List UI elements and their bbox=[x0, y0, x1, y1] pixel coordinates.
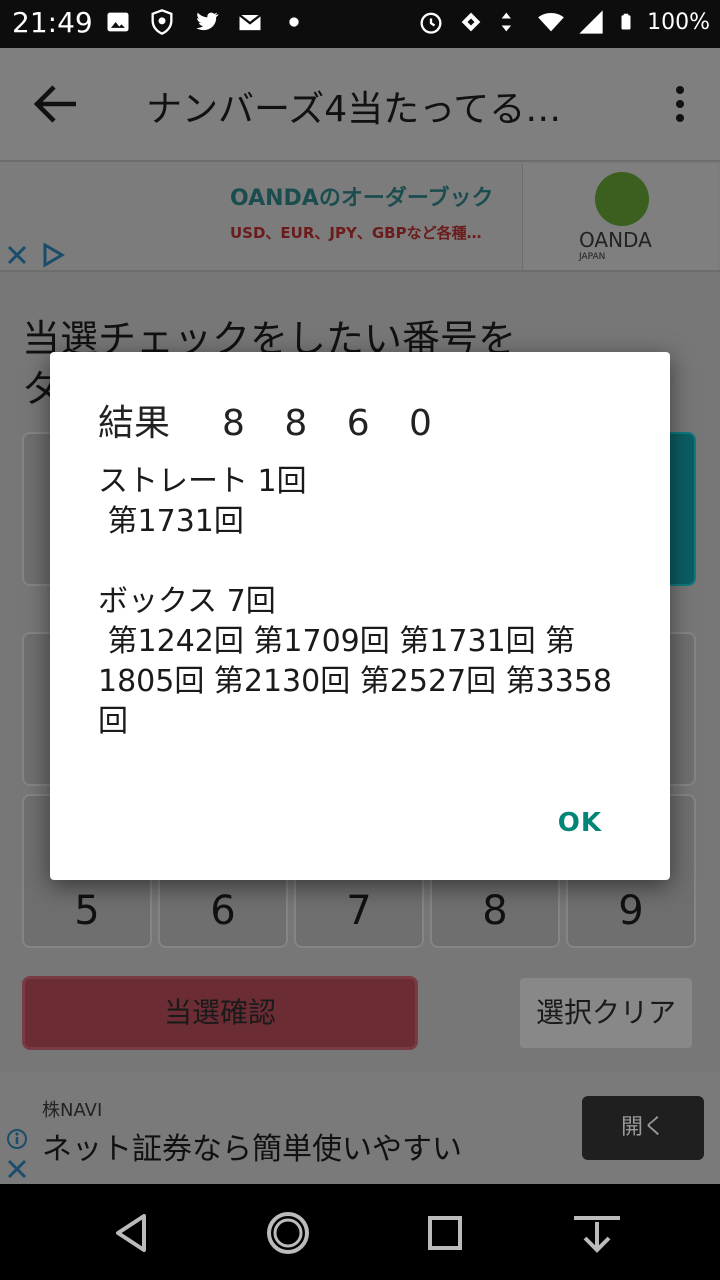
notification-icons bbox=[104, 8, 308, 36]
ad-logo-sub: JAPAN bbox=[579, 252, 606, 262]
dialog-message: ストレート 1回 第1731回 ボックス 7回 第1242回 第1709回 第1… bbox=[98, 462, 628, 742]
ad-choices-icon[interactable] bbox=[40, 242, 66, 268]
status-bar: 21:49 100% bbox=[0, 0, 720, 48]
status-time: 21:49 bbox=[12, 6, 93, 39]
ad-open-button[interactable]: 開く bbox=[582, 1096, 704, 1160]
home-icon[interactable] bbox=[265, 1210, 311, 1256]
check-winning-button[interactable]: 当選確認 bbox=[22, 976, 418, 1050]
ad-brand: 株NAVI bbox=[42, 1100, 103, 1121]
ad-subtitle[interactable]: USD、EUR、JPY、GBPなど各種… bbox=[230, 222, 482, 243]
top-banner-ad[interactable]: OANDAのオーダーブック USD、EUR、JPY、GBPなど各種… OANDA… bbox=[0, 160, 720, 272]
sync-icon bbox=[461, 12, 481, 32]
wifi-icon bbox=[538, 12, 564, 32]
box-draws-line3: 回 bbox=[98, 704, 128, 739]
result-number: 8 8 6 0 bbox=[222, 403, 446, 444]
ad-close-icon[interactable] bbox=[6, 1158, 28, 1180]
app-bar: ナンバーズ4当たってる… bbox=[0, 48, 720, 160]
result-label: 結果 bbox=[98, 403, 171, 444]
straight-draws: 第1731回 bbox=[98, 504, 244, 539]
data-icon bbox=[501, 12, 512, 32]
overflow-menu-icon[interactable] bbox=[670, 84, 690, 124]
image-icon bbox=[107, 12, 129, 32]
shield-icon bbox=[151, 9, 173, 35]
system-icons: 100% bbox=[417, 8, 710, 36]
straight-label: ストレート 1回 bbox=[98, 464, 307, 499]
box-draws-line1: 第1242回 第1709回 第1731回 第 bbox=[98, 624, 576, 659]
back-arrow-icon[interactable] bbox=[30, 82, 80, 126]
ad-title[interactable]: OANDAのオーダーブック bbox=[230, 180, 494, 212]
system-nav-bar bbox=[0, 1184, 720, 1280]
result-dialog: 結果 8 8 6 0 ストレート 1回 第1731回 ボックス 7回 第1242回… bbox=[50, 352, 670, 880]
ad-logo[interactable]: OANDA JAPAN bbox=[522, 164, 718, 270]
bottom-banner-ad[interactable]: 株NAVI ネット証券なら簡単使いやすい 開く bbox=[0, 1072, 720, 1184]
ad-text[interactable]: ネット証券なら簡単使いやすい bbox=[42, 1124, 462, 1168]
box-draws-line2: 1805回 第2130回 第2527回 第3358 bbox=[98, 664, 612, 699]
signal-icon bbox=[579, 10, 603, 34]
ok-button[interactable]: OK bbox=[558, 808, 602, 838]
box-label: ボックス 7回 bbox=[98, 584, 276, 619]
mail-icon bbox=[238, 14, 262, 31]
back-icon[interactable] bbox=[108, 1210, 154, 1256]
alarm-icon bbox=[420, 12, 442, 34]
battery-icon bbox=[621, 13, 631, 30]
clear-selection-button[interactable]: 選択クリア bbox=[520, 978, 692, 1048]
page-title: ナンバーズ4当たってる… bbox=[146, 89, 562, 130]
dot-icon bbox=[289, 17, 299, 27]
oanda-logo-icon bbox=[595, 172, 649, 226]
ad-logo-text: OANDA bbox=[579, 228, 652, 252]
battery-percent: 100% bbox=[647, 9, 710, 35]
hide-nav-icon[interactable] bbox=[572, 1210, 622, 1256]
ad-info-icon[interactable] bbox=[6, 1128, 28, 1150]
ad-close-icon[interactable] bbox=[6, 244, 28, 266]
dialog-title: 結果 8 8 6 0 bbox=[98, 394, 446, 446]
twitter-icon bbox=[196, 12, 219, 31]
recents-icon[interactable] bbox=[422, 1210, 468, 1256]
